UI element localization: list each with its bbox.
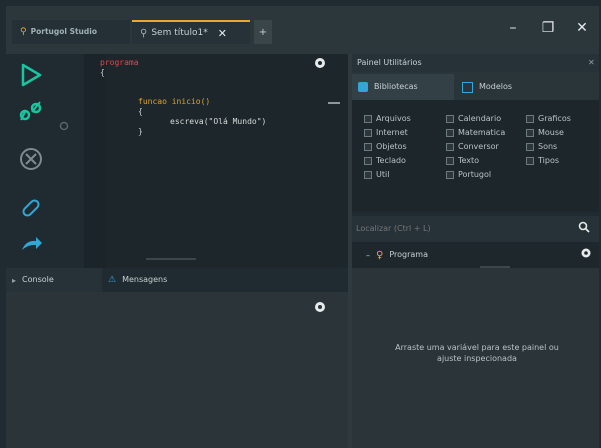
tab-messages[interactable]: ⚠ Mensagens: [108, 274, 167, 286]
tab-libraries-label: Bibliotecas: [374, 82, 418, 91]
library-item[interactable]: Internet: [364, 128, 408, 137]
tree-item-label: Programa: [389, 250, 428, 259]
checkbox[interactable]: [446, 114, 454, 123]
checkbox[interactable]: [526, 128, 534, 137]
tab-libraries[interactable]: Bibliotecas: [352, 74, 454, 100]
code-line: programa: [100, 58, 139, 67]
console-output[interactable]: [6, 292, 348, 448]
portugol-logo-icon: ⚲: [20, 27, 27, 37]
library-item[interactable]: Util: [364, 170, 389, 179]
tree-settings-icon[interactable]: [580, 247, 592, 259]
checkbox[interactable]: [364, 142, 372, 151]
collapse-icon[interactable]: [328, 102, 340, 104]
checkbox[interactable]: [364, 170, 372, 179]
inspector-hint: Arraste uma variável para este painel ou…: [395, 343, 559, 363]
code-content: programa {: [100, 58, 139, 78]
new-tab-button[interactable]: +: [254, 20, 272, 44]
code-block: funcao inicio() { escreva("Olá Mundo") }: [138, 97, 266, 137]
stop-icon[interactable]: [18, 146, 44, 172]
checkbox[interactable]: [526, 156, 534, 165]
library-item[interactable]: Portugol: [446, 170, 491, 179]
tab-file-label: Sem título1*: [151, 28, 208, 38]
checkbox[interactable]: [364, 128, 372, 137]
maximize-button[interactable]: ❐: [538, 18, 558, 38]
plus-icon: +: [258, 26, 268, 38]
tab-file[interactable]: ⚲ Sem título1* ✕: [132, 20, 250, 44]
library-item[interactable]: Graficos: [526, 114, 571, 123]
share-icon[interactable]: [18, 232, 44, 258]
checkbox[interactable]: [446, 128, 454, 137]
tab-console[interactable]: ▸ Console: [12, 274, 54, 286]
library-item[interactable]: Arquivos: [364, 114, 411, 123]
tab-console-label: Console: [22, 275, 54, 284]
library-item[interactable]: Mouse: [526, 128, 564, 137]
step-icon[interactable]: [18, 98, 44, 124]
search-icon[interactable]: [578, 221, 590, 233]
code-line: escreva("Olá Mundo"): [170, 117, 267, 126]
models-icon: [462, 81, 473, 93]
tab-models[interactable]: Modelos: [462, 74, 512, 100]
minimize-button[interactable]: –: [503, 18, 523, 38]
library-item[interactable]: Teclado: [364, 156, 406, 165]
checkbox[interactable]: [364, 156, 372, 165]
checkbox[interactable]: [446, 170, 454, 179]
library-item[interactable]: Texto: [446, 156, 479, 165]
checkbox[interactable]: [526, 142, 534, 151]
close-window-button[interactable]: ✕: [572, 18, 592, 38]
attach-icon[interactable]: [18, 196, 44, 222]
checkbox[interactable]: [526, 114, 534, 123]
code-line: }: [138, 127, 143, 136]
library-item[interactable]: Calendario: [446, 114, 501, 123]
tab-home-label: Portugol Studio: [30, 27, 97, 36]
tab-home[interactable]: ⚲ Portugol Studio: [12, 20, 130, 44]
play-icon[interactable]: [18, 62, 44, 88]
library-item[interactable]: Tipos: [526, 156, 559, 165]
library-item[interactable]: Objetos: [364, 142, 407, 151]
file-icon: ⚲: [140, 27, 148, 39]
right-panel-title: Painel Utilitários: [357, 58, 422, 67]
library-item[interactable]: Sons: [526, 142, 557, 151]
code-line: funcao inicio(): [138, 97, 211, 106]
bulb-icon: ♀: [376, 249, 384, 261]
close-tab-icon[interactable]: ✕: [218, 27, 227, 40]
checkbox[interactable]: [446, 156, 454, 165]
collapse-arrow-icon: –: [366, 250, 370, 260]
console-icon: ▸: [12, 275, 17, 285]
search-input[interactable]: [356, 220, 566, 236]
checkbox[interactable]: [446, 142, 454, 151]
editor-settings-icon[interactable]: [313, 56, 327, 70]
settings-icon[interactable]: [58, 120, 70, 132]
library-item[interactable]: Conversor: [446, 142, 499, 151]
line-gutter: [84, 54, 106, 268]
code-line: {: [138, 107, 143, 116]
library-icon: [358, 82, 368, 92]
tab-messages-label: Mensagens: [122, 275, 168, 284]
checkbox[interactable]: [364, 114, 372, 123]
warning-icon: ⚠: [108, 275, 117, 285]
tab-models-label: Modelos: [479, 82, 513, 91]
library-item[interactable]: Matematica: [446, 128, 505, 137]
code-line: {: [100, 68, 105, 77]
console-settings-icon[interactable]: [313, 300, 327, 314]
scrollbar[interactable]: [146, 258, 196, 260]
tree-item-programa[interactable]: – ♀ Programa: [366, 249, 428, 261]
code-editor[interactable]: [84, 54, 348, 268]
right-panel-close-icon[interactable]: ✕: [588, 57, 595, 69]
